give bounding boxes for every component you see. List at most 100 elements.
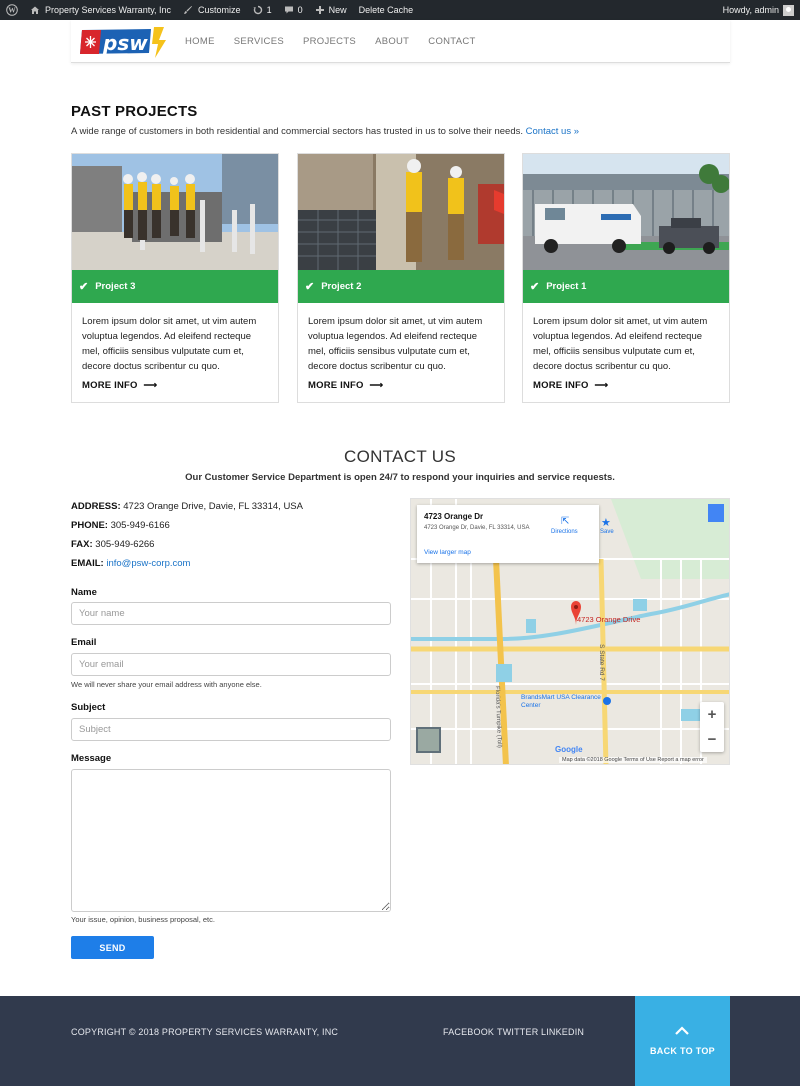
customize-label: Customize	[198, 5, 241, 15]
project-title-bar[interactable]: ✔ Project 1	[523, 270, 729, 303]
map-poi-label: BrandsMart USA Clearance Center	[521, 694, 601, 709]
save-label: Save	[600, 529, 614, 535]
contact-us-link[interactable]: Contact us »	[526, 126, 579, 137]
admin-customize[interactable]: Customize	[177, 0, 247, 20]
site-logo[interactable]: psw	[71, 20, 171, 63]
admin-updates[interactable]: 1	[247, 0, 278, 20]
back-to-top-button[interactable]: BACK TO TOP	[635, 996, 730, 1086]
google-logo: Google	[555, 745, 583, 754]
google-map[interactable]: 4723 Orange Dr 4723 Orange Dr, Davie, FL…	[410, 498, 730, 765]
projects-intro-text: A wide range of customers in both reside…	[71, 126, 524, 137]
projects-intro: A wide range of customers in both reside…	[71, 126, 579, 137]
contact-title: CONTACT US	[344, 447, 456, 466]
plus-icon	[315, 6, 324, 14]
email-label: EMAIL:	[71, 558, 104, 569]
project-photo[interactable]	[298, 154, 504, 270]
nav-home[interactable]: HOME	[185, 36, 215, 47]
project-card: ✔ Project 1 Lorem ipsum dolor sit amet, …	[522, 153, 730, 403]
save-place-button[interactable]: ★ Save	[600, 517, 614, 535]
message-textarea[interactable]	[71, 769, 391, 912]
check-icon: ✔	[530, 281, 540, 293]
name-input[interactable]	[71, 602, 391, 625]
more-info-link[interactable]: MORE INFO ⟶	[533, 380, 608, 391]
send-button[interactable]: SEND	[71, 936, 154, 959]
back-to-top-label: BACK TO TOP	[650, 1046, 715, 1056]
greeting-label: Howdy, admin	[722, 5, 779, 15]
more-info-link[interactable]: MORE INFO ⟶	[82, 380, 157, 391]
comment-icon	[284, 6, 293, 14]
chevron-up-icon	[675, 1026, 689, 1035]
nav-contact[interactable]: CONTACT	[428, 36, 475, 47]
phone-value: 305-949-6166	[110, 520, 170, 531]
admin-comments[interactable]: 0	[278, 0, 309, 20]
email-help: We will never share your email address w…	[71, 680, 262, 689]
project-photo[interactable]	[523, 154, 729, 270]
message-label: Message	[71, 753, 112, 764]
address-value: 4723 Orange Drive, Davie, FL 33314, USA	[123, 501, 303, 512]
subject-input[interactable]	[71, 718, 391, 741]
updates-icon	[253, 5, 262, 15]
directions-label: Directions	[551, 529, 578, 535]
nav-about[interactable]: ABOUT	[375, 36, 409, 47]
main-nav: HOME SERVICES PROJECTS ABOUT CONTACT	[185, 36, 495, 47]
star-icon: ★	[601, 517, 611, 529]
comments-count: 0	[297, 5, 303, 15]
view-larger-map-link[interactable]: View larger map	[424, 549, 471, 556]
map-place-title: 4723 Orange Dr	[424, 512, 484, 521]
project-description: Lorem ipsum dolor sit amet, ut vim autem…	[82, 316, 257, 372]
project-name: Project 2	[321, 281, 362, 292]
twitter-link[interactable]: TWITTER	[497, 1027, 538, 1037]
project-description: Lorem ipsum dolor sit amet, ut vim autem…	[533, 316, 708, 372]
project-title-bar[interactable]: ✔ Project 2	[298, 270, 504, 303]
zoom-out-button[interactable]: −	[700, 727, 724, 752]
email-link[interactable]: info@psw-corp.com	[106, 558, 190, 569]
wordpress-logo-icon[interactable]: W	[0, 0, 24, 20]
facebook-link[interactable]: FACEBOOK	[443, 1027, 494, 1037]
admin-new[interactable]: New	[309, 0, 353, 20]
directions-button[interactable]: ⇱ Directions	[551, 516, 578, 535]
more-info-link[interactable]: MORE INFO ⟶	[308, 380, 383, 391]
home-icon	[31, 6, 39, 14]
check-icon: ✔	[305, 281, 315, 293]
admin-bar: W Property Services Warranty, Inc Custom…	[0, 0, 800, 20]
brush-icon	[184, 6, 193, 14]
delete-cache-label: Delete Cache	[358, 5, 414, 15]
project-title-bar[interactable]: ✔ Project 3	[72, 270, 278, 303]
project-photo[interactable]	[72, 154, 278, 270]
phone-label: PHONE:	[71, 520, 108, 531]
admin-account[interactable]: Howdy, admin	[717, 0, 800, 20]
projects-title: PAST PROJECTS	[71, 103, 198, 120]
admin-site-name[interactable]: Property Services Warranty, Inc	[24, 0, 177, 20]
project-card: ✔ Project 2 Lorem ipsum dolor sit amet, …	[297, 153, 505, 403]
map-state-road-label: S State Rd 7	[597, 644, 605, 681]
site-name-label: Property Services Warranty, Inc	[45, 5, 172, 15]
contact-subtitle: Our Customer Service Department is open …	[185, 472, 615, 483]
phone-line: PHONE: 305-949-6166	[71, 520, 170, 531]
nav-projects[interactable]: PROJECTS	[303, 36, 356, 47]
email-line: EMAIL: info@psw-corp.com	[71, 558, 190, 569]
map-place-card: 4723 Orange Dr 4723 Orange Dr, Davie, FL…	[417, 505, 614, 563]
check-icon: ✔	[79, 281, 89, 293]
zoom-in-button[interactable]: +	[700, 702, 724, 727]
more-info-label: MORE INFO	[82, 380, 138, 391]
fax-line: FAX: 305-949-6266	[71, 539, 154, 550]
email-input[interactable]	[71, 653, 391, 676]
map-zoom-control: + −	[700, 702, 724, 752]
address-line: ADDRESS: 4723 Orange Drive, Davie, FL 33…	[71, 501, 303, 512]
linkedin-link[interactable]: LINKEDIN	[541, 1027, 584, 1037]
map-attribution[interactable]: Map data ©2018 Google Terms of Use Repor…	[559, 757, 707, 763]
project-name: Project 1	[546, 281, 587, 292]
site-header: psw HOME SERVICES PROJECTS ABOUT CONTACT	[71, 20, 730, 63]
more-info-label: MORE INFO	[533, 380, 589, 391]
email-field-label: Email	[71, 637, 97, 648]
avatar	[783, 4, 794, 16]
new-label: New	[328, 5, 347, 15]
map-place-address: 4723 Orange Dr, Davie, FL 33314, USA	[424, 525, 530, 531]
logo-text: psw	[102, 31, 148, 55]
name-label: Name	[71, 587, 97, 598]
admin-delete-cache[interactable]: Delete Cache	[353, 0, 420, 20]
nav-services[interactable]: SERVICES	[234, 36, 284, 47]
directions-icon: ⇱	[561, 516, 570, 527]
project-card: ✔ Project 3 Lorem ipsum dolor sit amet, …	[71, 153, 279, 403]
map-pin-label: 4723 Orange Drive	[577, 615, 641, 624]
